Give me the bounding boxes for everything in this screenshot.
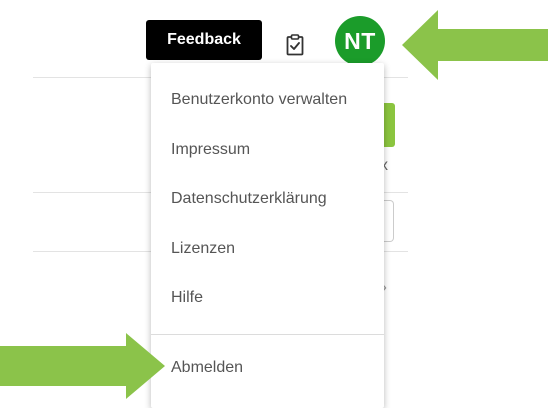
background-input-field[interactable]	[383, 200, 394, 242]
menu-item-help[interactable]: Hilfe	[151, 276, 384, 320]
menu-item-privacy-policy[interactable]: Datenschutzerklärung	[151, 177, 384, 221]
annotation-arrow-icon	[402, 10, 548, 80]
menu-item-imprint[interactable]: Impressum	[151, 128, 384, 172]
background-action-button[interactable]	[383, 103, 395, 147]
annotation-arrow-icon	[0, 333, 165, 399]
clipboard-check-icon[interactable]	[283, 33, 307, 57]
user-dropdown-menu: Benutzerkonto verwalten Impressum Datens…	[151, 63, 384, 408]
menu-item-manage-account[interactable]: Benutzerkonto verwalten	[151, 78, 384, 122]
feedback-button[interactable]: Feedback	[146, 20, 262, 60]
user-avatar[interactable]: NT	[335, 16, 385, 66]
menu-item-licenses[interactable]: Lizenzen	[151, 227, 384, 271]
menu-divider	[151, 334, 384, 335]
menu-item-logout[interactable]: Abmelden	[151, 346, 384, 390]
